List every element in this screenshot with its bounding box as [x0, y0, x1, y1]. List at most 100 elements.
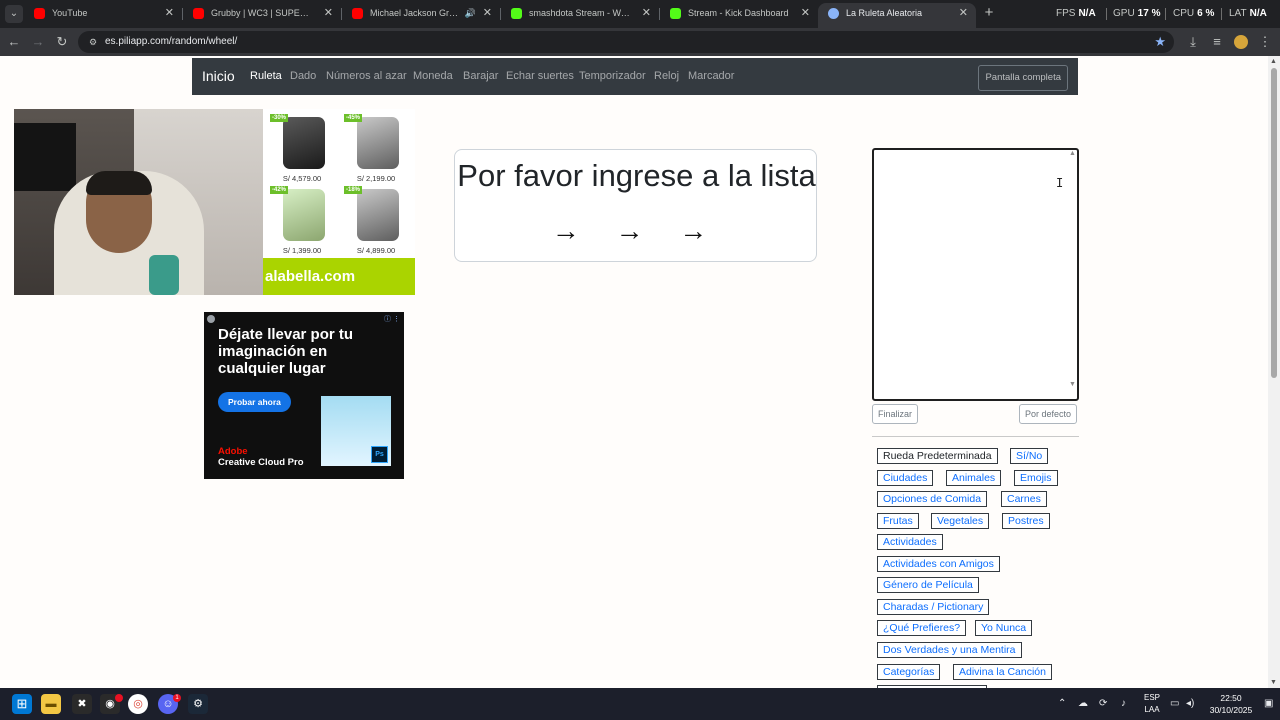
capcut-icon[interactable]: ✖	[72, 694, 92, 714]
preset-button[interactable]: Actividades con Amigos	[877, 556, 1000, 572]
address-bar[interactable]: ⚙ es.piliapp.com/random/wheel/ ★	[78, 31, 1174, 53]
preset-button[interactable]: Actividades	[877, 534, 943, 550]
tab-la-ruleta[interactable]: La Ruleta Aleatoria ✕	[818, 3, 976, 28]
nav-link-ruleta[interactable]: Ruleta	[250, 58, 282, 95]
nav-link-echar-suertes[interactable]: Echar suertes	[506, 58, 574, 95]
scroll-down-icon[interactable]: ▼	[1069, 381, 1076, 388]
wheel-display[interactable]: Por favor ingrese a la lista → → →	[454, 149, 817, 262]
preset-button[interactable]: Carnes	[1001, 491, 1047, 507]
fullscreen-button[interactable]: Pantalla completa	[978, 65, 1068, 91]
notifications-icon[interactable]: ▣	[1264, 688, 1273, 720]
language-indicator[interactable]: ESP LAA	[1140, 692, 1164, 716]
preset-button[interactable]: Género de Película	[877, 577, 979, 593]
preset-button[interactable]: Charadas / Pictionary	[877, 599, 990, 615]
preset-button[interactable]: Yo Nunca	[975, 620, 1033, 636]
network-icon[interactable]: ▭	[1170, 688, 1179, 720]
cpu-readout: CPU 6 %	[1173, 8, 1215, 19]
preset-button[interactable]: Opciones de Comida	[877, 491, 988, 507]
site-info-icon[interactable]: ⚙	[86, 35, 100, 49]
profile-avatar-icon[interactable]	[1232, 33, 1250, 51]
ad-banner[interactable]: alabella.com	[263, 258, 415, 295]
adchoices-icon[interactable]: ⓘ ⋮	[384, 314, 400, 324]
download-icon[interactable]: ⤓	[1184, 33, 1202, 51]
reload-icon[interactable]: ↻	[53, 33, 71, 51]
tab-youtube[interactable]: YouTube ✕	[24, 3, 182, 28]
close-icon[interactable]: ✕	[483, 3, 492, 24]
tab-kick-dashboard[interactable]: Stream - Kick Dashboard ✕	[660, 3, 818, 28]
ad-cta-button[interactable]: Probar ahora	[218, 392, 291, 412]
preset-button[interactable]: Rueda Predeterminada	[877, 448, 998, 464]
sync-icon[interactable]: ⟳	[1099, 688, 1107, 720]
finish-button[interactable]: Finalizar	[872, 404, 919, 424]
ad-product[interactable]: -30% S/ 4,579.00	[265, 112, 339, 184]
recording-badge	[115, 694, 123, 702]
menu-icon[interactable]: ⋮	[1256, 33, 1274, 51]
preset-button[interactable]: Sí/No	[1010, 448, 1049, 464]
default-button[interactable]: Por defecto	[1019, 404, 1078, 424]
ad-brand: Adobe Creative Cloud Pro	[218, 446, 304, 468]
youtube-favicon-icon	[352, 8, 363, 19]
nav-link-barajar[interactable]: Barajar	[463, 58, 498, 95]
scroll-up-icon[interactable]: ▲	[1270, 58, 1277, 65]
new-tab-button[interactable]: +	[980, 4, 998, 22]
close-icon[interactable]: ✕	[165, 3, 174, 24]
ad-product[interactable]: -42% S/ 1,399.00	[265, 184, 339, 256]
close-icon[interactable]: ✕	[642, 3, 651, 24]
tab-smashdota[interactable]: smashdota Stream - Watch Live ✕	[501, 3, 659, 28]
url-text[interactable]: es.piliapp.com/random/wheel/	[105, 31, 237, 53]
discord-icon[interactable]: ☺ 1	[158, 694, 181, 714]
nav-brand[interactable]: Inicio	[202, 58, 235, 95]
page-scrollbar[interactable]: ▲ ▼	[1268, 56, 1280, 688]
audio-playing-icon[interactable]: 🔊	[465, 3, 476, 24]
preset-button[interactable]: Dos Verdades y una Mentira	[877, 642, 1022, 658]
forward-icon[interactable]: →	[29, 33, 47, 51]
preset-button[interactable]: Categorías	[877, 664, 941, 680]
browser-toolbar: ← → ↻ ⚙ es.piliapp.com/random/wheel/ ★ ⤓…	[0, 28, 1280, 56]
tab-title: Grubby | WC3 | SUPER|LADDER	[211, 8, 315, 18]
file-explorer-icon[interactable]: ▬	[41, 694, 61, 714]
close-icon[interactable]: ✕	[801, 3, 810, 24]
adobe-ad[interactable]: ⓘ ⋮ Déjate llevar por tu imaginación en …	[204, 312, 404, 479]
preset-button[interactable]: Postres	[1002, 513, 1050, 529]
system-clock[interactable]: 22:50 30/10/2025	[1200, 692, 1262, 716]
nav-link-temporizador[interactable]: Temporizador	[579, 58, 646, 95]
preset-button[interactable]: Animales	[946, 470, 1002, 486]
tab-search-icon[interactable]: ⌄	[5, 5, 23, 23]
scrollbar-thumb[interactable]	[1271, 68, 1277, 378]
steam-icon[interactable]: ⚙	[188, 694, 208, 714]
shopping-ad[interactable]: -30% S/ 4,579.00 -45% S/ 2,199.00 -42% S…	[263, 109, 415, 295]
preset-button[interactable]: ¿Qué Prefieres?	[877, 620, 967, 636]
ad-info-icon[interactable]	[207, 315, 215, 323]
windows-start-icon[interactable]: ⊞	[12, 694, 32, 714]
tab-michael-jackson[interactable]: Michael Jackson Greatest H 🔊 ✕	[342, 3, 500, 28]
nav-link-numeros[interactable]: Números al azar	[326, 58, 407, 95]
nav-link-dado[interactable]: Dado	[290, 58, 316, 95]
close-icon[interactable]: ✕	[959, 3, 968, 24]
wheel-items-textarea[interactable]	[872, 148, 1079, 401]
piliapp-favicon-icon	[828, 8, 839, 19]
chrome-icon[interactable]: ◎	[128, 694, 148, 714]
preset-button[interactable]: Adivina la Canción	[953, 664, 1052, 680]
nav-link-marcador[interactable]: Marcador	[688, 58, 734, 95]
preset-button[interactable]: Frutas	[877, 513, 919, 529]
volume-icon[interactable]: ◂)	[1186, 688, 1194, 720]
close-icon[interactable]: ✕	[324, 3, 333, 24]
tab-grubby[interactable]: Grubby | WC3 | SUPER|LADDER ✕	[183, 3, 341, 28]
chevron-up-icon[interactable]: ⌃	[1058, 688, 1066, 720]
scroll-up-icon[interactable]: ▲	[1069, 150, 1076, 157]
preset-button[interactable]: Ciudades	[877, 470, 934, 486]
reading-list-icon[interactable]: ≡	[1208, 33, 1226, 51]
ad-product[interactable]: -18% S/ 4,899.00	[339, 184, 413, 256]
onedrive-icon[interactable]: ☁	[1078, 688, 1088, 720]
nav-link-reloj[interactable]: Reloj	[654, 58, 679, 95]
obs-icon[interactable]: ◉	[100, 694, 123, 714]
bookmark-star-icon[interactable]: ★	[1154, 31, 1166, 53]
back-icon[interactable]: ←	[5, 33, 23, 51]
preset-button[interactable]: Vegetales	[931, 513, 990, 529]
scroll-down-icon[interactable]: ▼	[1270, 679, 1277, 686]
preset-button[interactable]: Emojis	[1014, 470, 1058, 486]
nav-link-moneda[interactable]: Moneda	[413, 58, 453, 95]
microphone-icon[interactable]: ♪	[1121, 688, 1126, 720]
product-price: S/ 2,199.00	[356, 174, 396, 183]
ad-product[interactable]: -45% S/ 2,199.00	[339, 112, 413, 184]
